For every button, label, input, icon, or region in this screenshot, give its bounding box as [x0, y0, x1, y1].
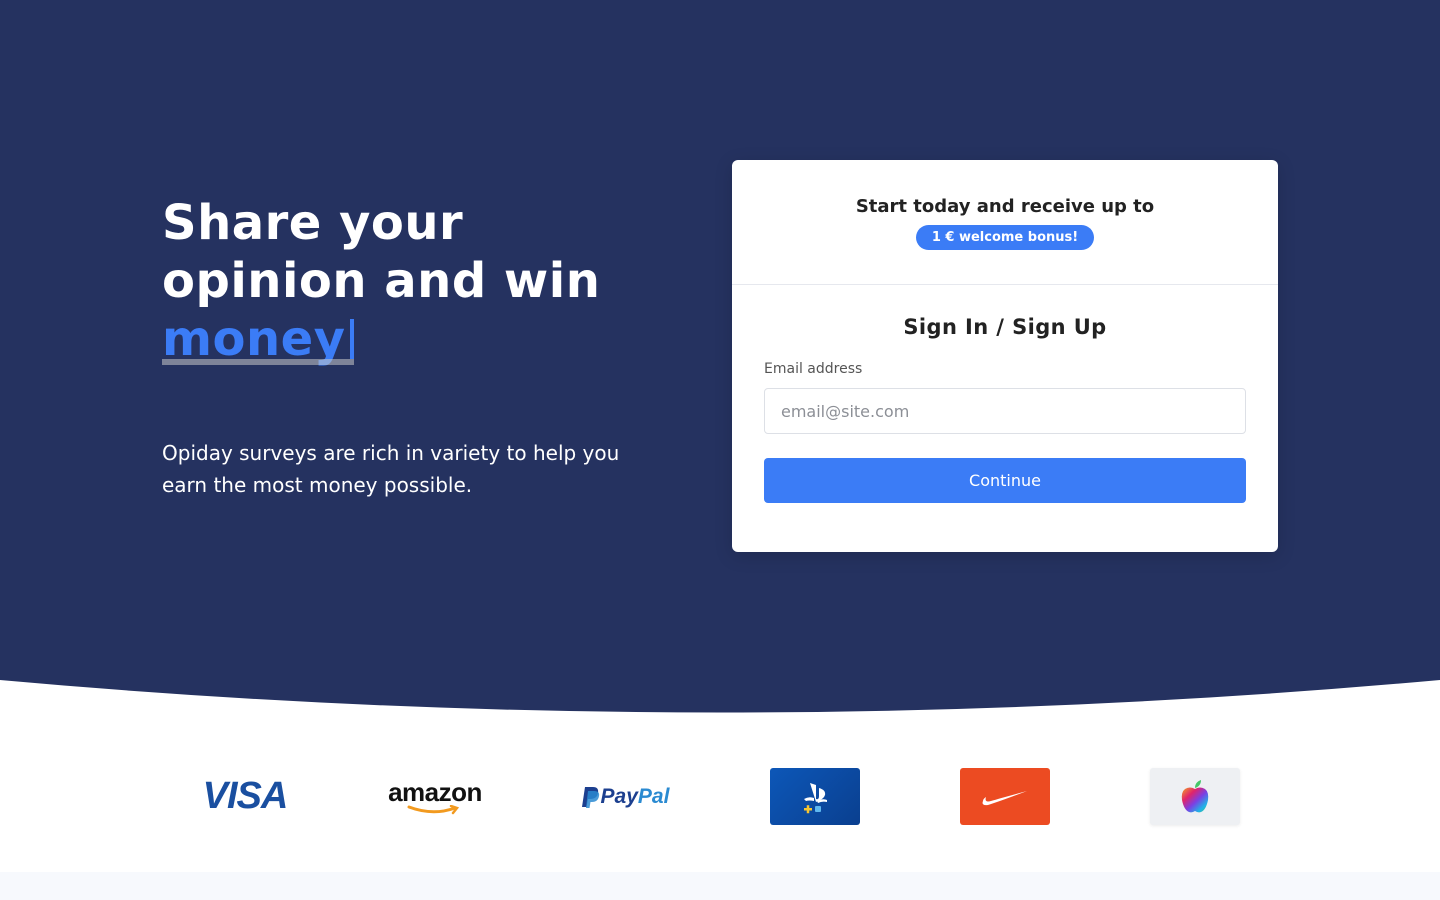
paypal-logo-text: PayPal	[601, 785, 670, 809]
headline-line-1: Share your	[162, 195, 464, 251]
apple-icon	[1181, 779, 1209, 812]
headline-line-2: opinion and win	[162, 253, 601, 309]
visa-logo-text: VISA	[202, 775, 289, 817]
playstation-plus-icon	[804, 782, 827, 813]
signup-card: Start today and receive up to 1 € welcom…	[732, 160, 1278, 552]
paypal-text-pal: Pal	[637, 784, 670, 808]
form-title: Sign In / Sign Up	[903, 315, 1107, 339]
nike-swoosh-icon	[982, 790, 1027, 805]
visa-logo: VISA	[200, 768, 290, 825]
continue-button[interactable]: Continue	[764, 458, 1246, 503]
email-field[interactable]	[764, 388, 1246, 434]
typing-cursor	[349, 319, 354, 359]
hero-section: Share your opinion and win money Opiday …	[0, 0, 1440, 752]
headline-accent-text: money	[162, 311, 346, 367]
amazon-smile-icon	[407, 804, 460, 814]
signin-form: Sign In / Sign Up Email address Continue	[732, 285, 1278, 503]
promo-header: Start today and receive up to 1 € welcom…	[732, 160, 1278, 285]
hero-subtext: Opiday surveys are rich in variety to he…	[162, 441, 620, 497]
apple-gift-card	[1150, 768, 1240, 825]
footer-strip	[0, 872, 1440, 900]
reward-logos: VISA amazon PayPal	[0, 752, 1440, 872]
hero-headline: Share your opinion and win money	[162, 194, 682, 368]
paypal-p-icon	[581, 786, 599, 808]
paypal-text-pay: Pay	[600, 784, 638, 808]
playstation-plus-card	[770, 768, 860, 825]
email-label: Email address	[764, 361, 863, 377]
promo-title: Start today and receive up to	[855, 196, 1155, 217]
amazon-logo: amazon	[388, 768, 482, 825]
nike-gift-card	[960, 768, 1050, 825]
headline-accent-word: money	[162, 310, 354, 368]
amazon-logo-text: amazon	[388, 776, 482, 807]
paypal-logo: PayPal	[580, 768, 670, 825]
bonus-badge: 1 € welcome bonus!	[915, 225, 1095, 250]
